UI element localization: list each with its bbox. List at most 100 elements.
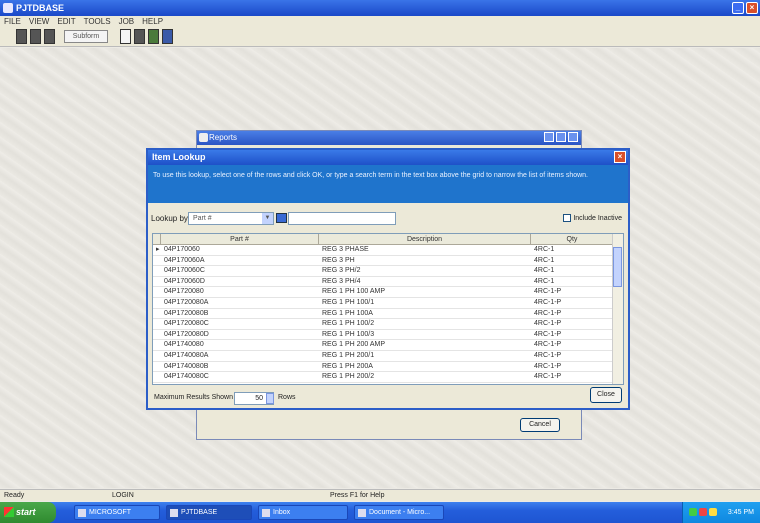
table-cell: 04P170060 <box>164 246 200 253</box>
grid-scrollbar[interactable] <box>612 234 623 384</box>
table-cell: REG 1 PH 100/3 <box>322 330 375 338</box>
include-inactive-checkbox[interactable]: Include Inactive <box>563 214 622 222</box>
table-row[interactable]: 04P1720080 REG 1 PH 100 AMP 4RC-1-P <box>153 287 623 298</box>
column-header-qty[interactable]: Qty <box>531 234 614 244</box>
background-window-titlebar[interactable]: Reports <box>197 131 581 145</box>
table-cell: 04P1720080 <box>164 288 204 296</box>
taskbar-item-label: Document - Micro... <box>369 509 431 516</box>
dialog-close-icon[interactable]: × <box>614 151 626 163</box>
table-row[interactable]: 04P1740080C REG 1 PH 200/2 4RC-1-P <box>153 372 623 383</box>
toolbar: Subform <box>0 27 760 47</box>
row-indicator: ▸ <box>156 246 160 253</box>
menu-item-tools[interactable]: TOOLS <box>84 16 111 27</box>
table-cell: REG 3 PH <box>322 256 355 264</box>
row-indicator <box>153 340 161 350</box>
table-cell: 4RC-1-P <box>534 320 562 328</box>
filter-label: Lookup by <box>151 214 188 223</box>
menu-item-view[interactable]: VIEW <box>29 16 49 27</box>
table-row[interactable]: 04P1740080DREG 1 PH 200/34RC-1-P <box>153 383 623 385</box>
table-row[interactable]: 04P170060A REG 3 PH 4RC-1 <box>153 256 623 267</box>
close-button[interactable]: Close <box>590 387 622 403</box>
include-inactive-label: Include Inactive <box>573 214 622 222</box>
table-row[interactable]: 04P170060C REG 3 PH/2 4RC-1 <box>153 266 623 277</box>
status-left: Ready <box>4 492 25 499</box>
row-indicator <box>153 362 161 372</box>
table-cell: 4RC-1 <box>534 246 555 253</box>
table-cell: 4RC-1-P <box>534 330 562 338</box>
table-cell: 4RC-1 <box>534 256 555 264</box>
chevron-down-icon[interactable]: ▼ <box>262 213 273 224</box>
minimize-button[interactable]: _ <box>732 2 744 14</box>
taskbar-item[interactable]: PJTDBASE <box>166 505 252 520</box>
security-icon[interactable] <box>699 508 707 516</box>
table-row[interactable]: 04P1720080C REG 1 PH 100/2 4RC-1-P <box>153 319 623 330</box>
toolbar-combo[interactable]: Subform <box>64 30 108 43</box>
toolbar-new-icon[interactable] <box>120 29 131 44</box>
table-row[interactable]: 04P1740080 REG 1 PH 200 AMP 4RC-1-P <box>153 340 623 351</box>
lookup-dialog: Item Lookup × To use this lookup, select… <box>146 148 630 410</box>
grid-header: Part # Description Qty <box>153 234 623 245</box>
menu-item-help[interactable]: HELP <box>142 16 163 27</box>
table-cell: 4RC-1-P <box>534 298 562 306</box>
column-header-part[interactable]: Part # <box>161 234 319 244</box>
menu-item-job[interactable]: JOB <box>119 16 135 27</box>
background-minimize-button[interactable] <box>544 132 554 142</box>
volume-icon[interactable] <box>709 508 717 516</box>
background-cancel-button[interactable]: Cancel <box>520 418 560 432</box>
toolbar-exit-icon[interactable] <box>162 29 173 44</box>
menu-item-edit[interactable]: EDIT <box>57 16 75 27</box>
close-window-button[interactable]: × <box>746 2 758 14</box>
toolbar-save-icon[interactable] <box>148 29 159 44</box>
table-cell: 04P1740080A <box>164 351 209 359</box>
taskbar-item[interactable]: Inbox <box>258 505 348 520</box>
table-row[interactable]: 04P1720080A REG 1 PH 100/1 4RC-1-P <box>153 298 623 309</box>
background-maximize-button[interactable] <box>556 132 566 142</box>
filter-row: Lookup by Part # ▼ Include Inactive <box>148 209 628 231</box>
app-titlebar: PJTDBASE _ × <box>0 0 760 16</box>
windows-logo-icon <box>4 507 14 517</box>
table-row[interactable]: 04P1720080D REG 1 PH 100/3 4RC-1-P <box>153 330 623 341</box>
grid-body: ▸ 04P170060 REG 3 PHASE 4RC-1 04P170060A REG … <box>153 245 623 385</box>
filter-field-select[interactable]: Part # ▼ <box>188 212 274 225</box>
row-indicator <box>153 287 161 297</box>
start-button[interactable]: start <box>0 502 56 523</box>
background-window-controls <box>544 132 578 142</box>
toolbar-next-icon[interactable] <box>44 29 55 44</box>
column-header-description[interactable]: Description <box>319 234 531 244</box>
table-row[interactable]: 04P170060D REG 3 PH/4 4RC-1 <box>153 277 623 288</box>
table-cell: 4RC-1 <box>534 267 555 275</box>
dialog-titlebar[interactable]: Item Lookup × <box>148 150 628 165</box>
table-cell: 04P1740080C <box>164 373 209 381</box>
results-grid[interactable]: Part # Description Qty ▸ 04P170060 REG 3 P… <box>152 233 624 385</box>
toolbar-prev-icon[interactable] <box>30 29 41 44</box>
toolbar-first-icon[interactable] <box>16 29 27 44</box>
row-indicator-header <box>153 234 161 244</box>
start-label: start <box>16 507 36 517</box>
menu-item-file[interactable]: FILE <box>4 16 21 27</box>
search-input[interactable] <box>288 212 396 225</box>
table-row[interactable]: ▸ 04P170060 REG 3 PHASE 4RC-1 <box>153 245 623 256</box>
checkbox-box[interactable] <box>563 214 572 222</box>
max-results-spinner[interactable] <box>266 393 274 404</box>
window-controls: _ × <box>732 2 758 14</box>
scrollbar-thumb[interactable] <box>613 247 622 287</box>
taskbar-item[interactable]: Document - Micro... <box>354 505 444 520</box>
binoculars-icon[interactable] <box>276 213 287 223</box>
table-cell: 04P170060D <box>164 277 205 285</box>
table-row[interactable]: 04P1740080B REG 1 PH 200A 4RC-1-P <box>153 362 623 373</box>
background-close-button[interactable] <box>568 132 578 142</box>
row-indicator <box>153 383 161 384</box>
table-cell: 04P1720080C <box>164 320 209 328</box>
dialog-title: Item Lookup <box>152 152 206 162</box>
toolbar-print-icon[interactable] <box>134 29 145 44</box>
table-row[interactable]: 04P1740080A REG 1 PH 200/1 4RC-1-P <box>153 351 623 362</box>
task-icon <box>78 509 86 517</box>
row-indicator <box>153 309 161 319</box>
table-cell: 04P1740080D <box>161 383 319 385</box>
taskbar-item[interactable]: MICROSOFT <box>74 505 160 520</box>
table-row[interactable]: 04P1720080B REG 1 PH 100A 4RC-1-P <box>153 309 623 320</box>
taskbar-item-label: MICROSOFT <box>89 509 131 516</box>
background-window-title: Reports <box>209 133 238 142</box>
network-icon[interactable] <box>689 508 697 516</box>
row-indicator <box>153 372 161 382</box>
